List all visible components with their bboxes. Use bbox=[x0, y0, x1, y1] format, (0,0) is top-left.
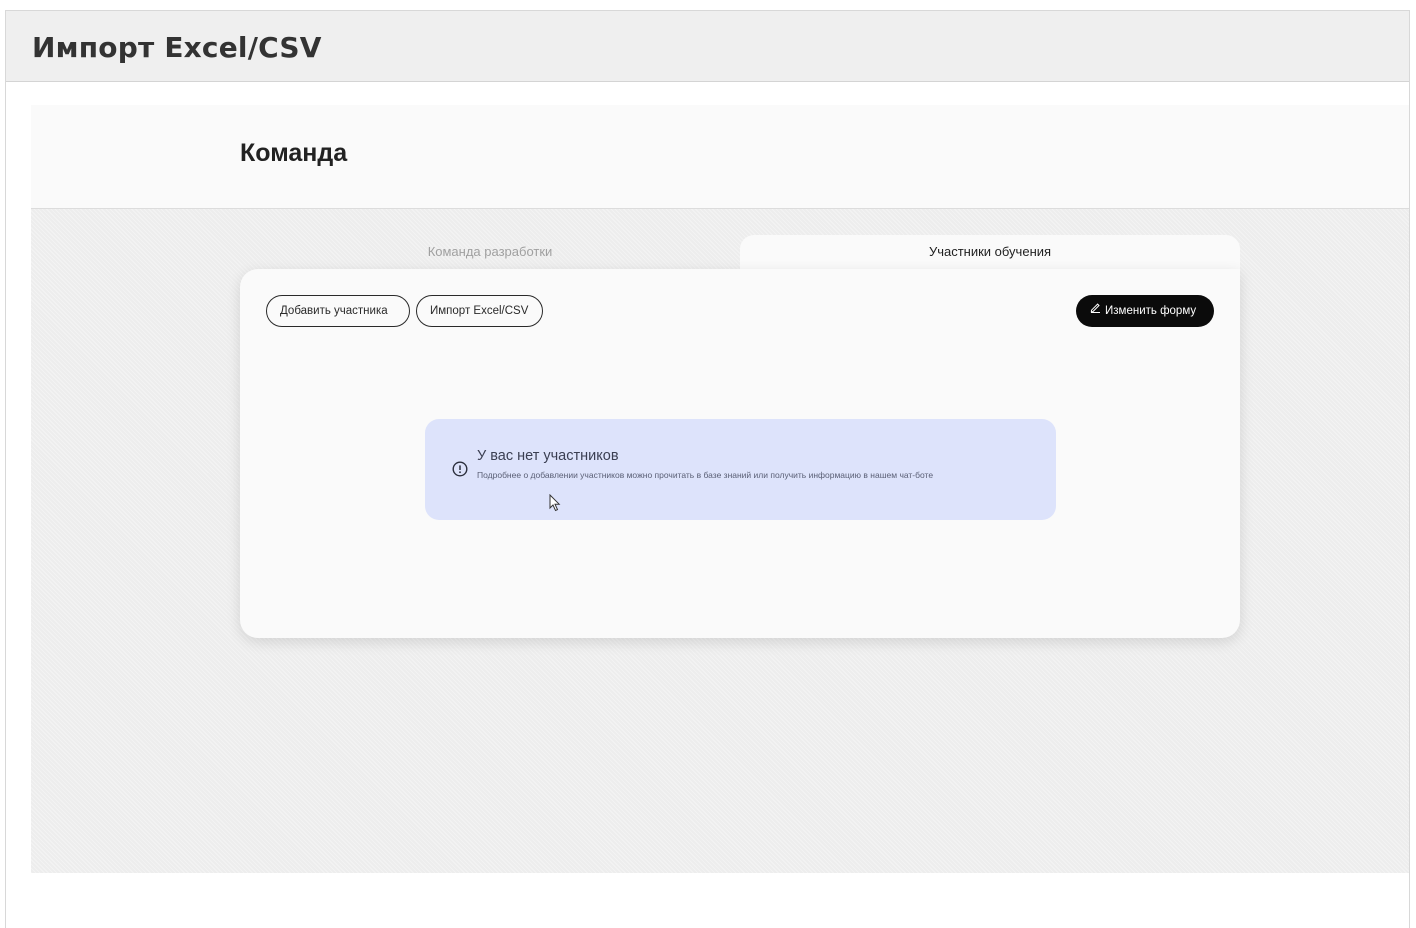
notice-text: Подробнее о добавлении участников можно … bbox=[477, 470, 934, 480]
mouse-pointer-icon bbox=[549, 493, 561, 512]
edit-form-button[interactable]: Изменить форму bbox=[1076, 295, 1214, 327]
edit-form-label: Изменить форму bbox=[1105, 305, 1197, 317]
app-header: Команда bbox=[31, 105, 1409, 209]
participants-card: Добавить участника Импорт Excel/CSV Изме… bbox=[240, 269, 1240, 638]
gif-frame: Импорт Excel/CSV Команда Команда разрабо… bbox=[5, 10, 1410, 928]
info-circle-icon bbox=[452, 461, 468, 477]
frame-title: Импорт Excel/CSV bbox=[32, 31, 322, 64]
notice-title: У вас нет участников bbox=[477, 448, 619, 464]
page-title: Команда bbox=[240, 139, 348, 167]
frame-header: Импорт Excel/CSV bbox=[6, 11, 1409, 82]
import-excel-csv-button[interactable]: Импорт Excel/CSV bbox=[416, 295, 543, 327]
pencil-icon bbox=[1090, 294, 1101, 326]
app-viewport: Команда Команда разработки Участники обу… bbox=[31, 105, 1409, 873]
add-participant-button[interactable]: Добавить участника bbox=[266, 295, 410, 327]
empty-state-notice: У вас нет участников Подробнее о добавле… bbox=[425, 419, 1056, 520]
